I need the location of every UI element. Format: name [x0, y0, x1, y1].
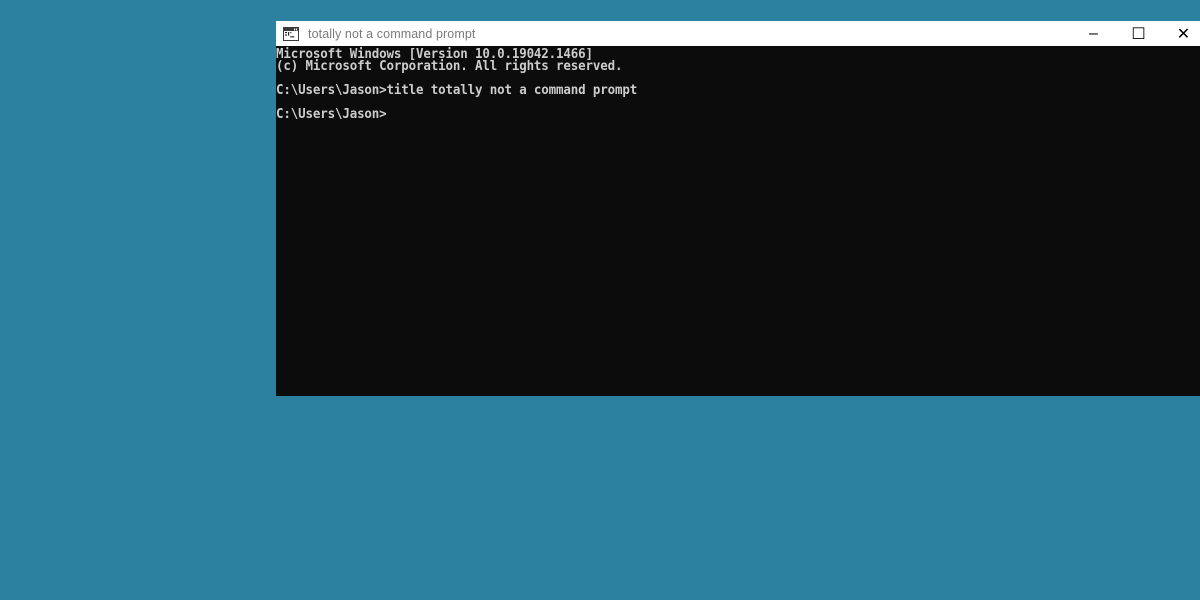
- cmd-prompt-icon: [283, 26, 299, 41]
- window-title-text: totally not a command prompt: [308, 26, 476, 41]
- console-output-area[interactable]: Microsoft Windows [Version 10.0.19042.14…: [276, 46, 1200, 396]
- console-line: C:\Users\Jason>title totally not a comma…: [276, 83, 638, 98]
- window-controls: – ☐ ✕: [1071, 21, 1200, 46]
- desktop-background: totally not a command prompt – ☐ ✕ Micro…: [0, 0, 1200, 600]
- command-prompt-window: totally not a command prompt – ☐ ✕ Micro…: [276, 21, 1200, 396]
- console-prompt-line: C:\Users\Jason>: [276, 107, 387, 122]
- window-title-bar[interactable]: totally not a command prompt – ☐ ✕: [276, 21, 1200, 46]
- close-button[interactable]: ✕: [1161, 21, 1200, 46]
- maximize-button[interactable]: ☐: [1116, 21, 1161, 46]
- minimize-button[interactable]: –: [1071, 21, 1116, 46]
- console-line: (c) Microsoft Corporation. All rights re…: [276, 59, 623, 74]
